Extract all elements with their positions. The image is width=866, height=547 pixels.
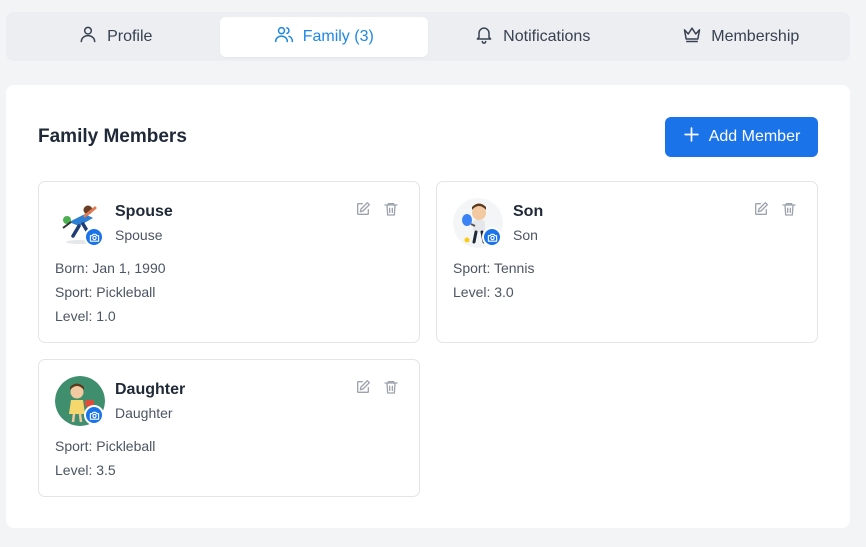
camera-icon bbox=[89, 233, 99, 242]
member-name: Daughter bbox=[115, 381, 186, 398]
edit-icon[interactable] bbox=[355, 201, 371, 217]
tab-membership[interactable]: Membership bbox=[637, 17, 846, 57]
card-actions bbox=[355, 201, 399, 217]
avatar[interactable] bbox=[55, 376, 105, 426]
member-born: Born: Jan 1, 1990 bbox=[55, 260, 166, 276]
change-photo-button[interactable] bbox=[482, 227, 502, 247]
member-relation: Daughter bbox=[115, 405, 173, 421]
tab-profile-label: Profile bbox=[107, 27, 153, 45]
card-actions bbox=[355, 379, 399, 395]
member-level: Level: 3.5 bbox=[55, 462, 116, 478]
member-details: Born: Jan 1, 1990 Sport: Pickleball Leve… bbox=[55, 259, 166, 331]
trash-icon[interactable] bbox=[781, 201, 797, 217]
bell-icon bbox=[474, 24, 494, 49]
add-member-button[interactable]: Add Member bbox=[665, 117, 818, 157]
member-details: Sport: Pickleball Level: 3.5 bbox=[55, 437, 155, 485]
member-level: Level: 1.0 bbox=[55, 308, 116, 324]
tab-notifications[interactable]: Notifications bbox=[428, 17, 637, 57]
member-level: Level: 3.0 bbox=[453, 284, 514, 300]
tab-family-label: Family (3) bbox=[302, 27, 374, 45]
camera-icon bbox=[487, 233, 497, 242]
avatar[interactable] bbox=[453, 198, 503, 248]
edit-icon[interactable] bbox=[355, 379, 371, 395]
tab-membership-label: Membership bbox=[711, 27, 800, 45]
member-sport: Sport: Pickleball bbox=[55, 438, 156, 454]
member-card-son: Son Son Sport: Tennis Level: 3.0 bbox=[436, 181, 818, 343]
change-photo-button[interactable] bbox=[84, 405, 104, 425]
user-icon bbox=[78, 24, 98, 49]
edit-icon[interactable] bbox=[753, 201, 769, 217]
member-card-daughter: Daughter Daughter Sport: Pickleball Leve… bbox=[38, 359, 420, 497]
member-relation: Son bbox=[513, 227, 538, 243]
trash-icon[interactable] bbox=[383, 201, 399, 217]
member-relation: Spouse bbox=[115, 227, 163, 243]
tab-bar: Profile Family (3) Notifications Members… bbox=[6, 12, 850, 61]
page-title: Family Members bbox=[38, 126, 187, 147]
users-icon bbox=[274, 24, 294, 49]
tab-notifications-label: Notifications bbox=[503, 27, 591, 45]
member-sport: Sport: Tennis bbox=[453, 260, 535, 276]
member-sport: Sport: Pickleball bbox=[55, 284, 156, 300]
change-photo-button[interactable] bbox=[84, 227, 104, 247]
member-details: Sport: Tennis Level: 3.0 bbox=[453, 259, 534, 307]
trash-icon[interactable] bbox=[383, 379, 399, 395]
member-card-spouse: Spouse Spouse Born: Jan 1, 1990 Sport: P… bbox=[38, 181, 420, 343]
card-actions bbox=[753, 201, 797, 217]
tab-family[interactable]: Family (3) bbox=[219, 16, 428, 57]
member-name: Son bbox=[513, 203, 544, 220]
plus-icon bbox=[683, 126, 700, 148]
family-members-panel: Family Members Add Member Spouse Spouse … bbox=[6, 85, 850, 528]
crown-icon bbox=[682, 24, 702, 49]
tab-profile[interactable]: Profile bbox=[11, 17, 220, 57]
avatar[interactable] bbox=[55, 198, 105, 248]
camera-icon bbox=[89, 411, 99, 420]
member-name: Spouse bbox=[115, 203, 173, 220]
add-member-label: Add Member bbox=[708, 128, 801, 145]
